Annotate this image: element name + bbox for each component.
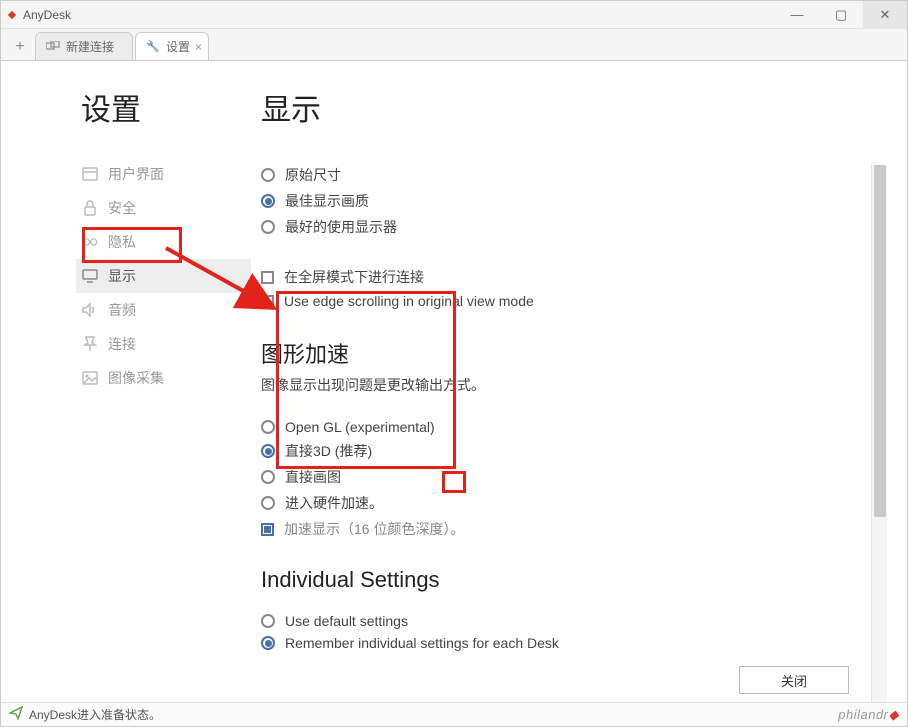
speaker-icon bbox=[82, 303, 98, 317]
vertical-scrollbar[interactable] bbox=[871, 165, 887, 702]
sidebar-item-label: 显示 bbox=[108, 266, 136, 286]
checkbox-icon bbox=[261, 271, 274, 284]
radio-original-size[interactable]: 原始尺寸 bbox=[261, 165, 887, 185]
radio-icon bbox=[261, 614, 275, 628]
checkbox-icon bbox=[261, 523, 274, 536]
radio-icon bbox=[261, 420, 275, 434]
sidebar-item-label: 隐私 bbox=[108, 232, 136, 252]
radio-label: 最好的使用显示器 bbox=[285, 217, 397, 237]
sidebar-item-privacy[interactable]: 隐私 bbox=[76, 225, 251, 259]
sidebar-item-label: 用户界面 bbox=[108, 164, 164, 184]
radio-label: Open GL (experimental) bbox=[285, 419, 435, 435]
maximize-button[interactable]: ▢ bbox=[819, 1, 863, 29]
minimize-button[interactable]: — bbox=[775, 1, 819, 29]
check-16bit-color[interactable]: 加速显示（16 位颜色深度）。 bbox=[261, 519, 887, 539]
sidebar-item-label: 安全 bbox=[108, 198, 136, 218]
radio-remember-per-desk[interactable]: Remember individual settings for each De… bbox=[261, 635, 887, 651]
sidebar-title: 设置 bbox=[81, 85, 251, 129]
wrench-icon: 🔧 bbox=[146, 40, 160, 53]
brand-label: philandr◆ bbox=[838, 707, 899, 723]
monitor-icon bbox=[82, 269, 98, 283]
radio-label: 最佳显示画质 bbox=[285, 191, 369, 211]
radio-label: Remember individual settings for each De… bbox=[285, 635, 559, 651]
send-icon bbox=[9, 706, 23, 723]
radio-label: 直接3D (推荐) bbox=[285, 441, 372, 461]
section-individual-heading: Individual Settings bbox=[261, 567, 887, 593]
check-fullscreen-connect[interactable]: 在全屏模式下进行连接 bbox=[261, 267, 887, 287]
section-gfx-subtitle: 图像显示出现问题是更改输出方式。 bbox=[261, 375, 887, 395]
window-controls: — ▢ ✕ bbox=[775, 1, 907, 29]
radio-icon bbox=[261, 220, 275, 234]
check-edge-scrolling[interactable]: Use edge scrolling in original view mode bbox=[261, 293, 887, 309]
tab-strip: + 新建连接 🔧 设置 × bbox=[1, 29, 907, 61]
close-button[interactable]: 关闭 bbox=[739, 666, 849, 694]
radio-best-quality[interactable]: 最佳显示画质 bbox=[261, 191, 887, 211]
tab-label: 设置 bbox=[166, 38, 190, 55]
app-logo bbox=[7, 10, 17, 20]
radio-direct3d[interactable]: 直接3D (推荐) bbox=[261, 441, 887, 461]
content-area: 设置 用户界面 安全 隐私 显示 音频 连接 图像采集 bbox=[1, 61, 907, 702]
checkbox-label: 在全屏模式下进行连接 bbox=[284, 267, 424, 287]
pin-icon bbox=[82, 336, 98, 352]
sidebar-item-capture[interactable]: 图像采集 bbox=[76, 361, 251, 395]
radio-direct-draw[interactable]: 直接画图 bbox=[261, 467, 887, 487]
settings-panel: 显示 原始尺寸 最佳显示画质 最好的使用显示器 在全屏模式下进行连接 bbox=[251, 61, 907, 702]
checkbox-icon bbox=[261, 295, 274, 308]
radio-label: Use default settings bbox=[285, 613, 408, 629]
radio-label: 原始尺寸 bbox=[285, 165, 341, 185]
settings-scroll: 原始尺寸 最佳显示画质 最好的使用显示器 在全屏模式下进行连接 Use edge… bbox=[261, 165, 887, 702]
radio-icon bbox=[261, 636, 275, 650]
tab-label: 新建连接 bbox=[66, 38, 114, 55]
brand-dot-icon: ◆ bbox=[889, 707, 900, 722]
lock-icon bbox=[82, 200, 98, 216]
scrollbar-thumb[interactable] bbox=[874, 165, 886, 517]
checkbox-label: Use edge scrolling in original view mode bbox=[284, 293, 534, 309]
image-icon bbox=[82, 371, 98, 385]
radio-label: 进入硬件加速。 bbox=[285, 493, 383, 513]
glasses-icon bbox=[82, 237, 98, 247]
close-window-button[interactable]: ✕ bbox=[863, 1, 907, 29]
sidebar-item-label: 图像采集 bbox=[108, 368, 164, 388]
radio-default-settings[interactable]: Use default settings bbox=[261, 613, 887, 629]
layout-icon bbox=[82, 167, 98, 181]
checkbox-label: 加速显示（16 位颜色深度）。 bbox=[284, 519, 464, 539]
sidebar-item-label: 连接 bbox=[108, 334, 136, 354]
radio-icon bbox=[261, 168, 275, 182]
settings-sidebar: 设置 用户界面 安全 隐私 显示 音频 连接 图像采集 bbox=[1, 61, 251, 702]
tab-new-connection[interactable]: 新建连接 bbox=[35, 32, 133, 60]
sidebar-item-connection[interactable]: 连接 bbox=[76, 327, 251, 361]
radio-icon bbox=[261, 194, 275, 208]
sidebar-item-label: 音频 bbox=[108, 300, 136, 320]
radio-label: 直接画图 bbox=[285, 467, 341, 487]
new-tab-button[interactable]: + bbox=[5, 34, 35, 60]
close-tab-button[interactable]: × bbox=[195, 40, 202, 54]
titlebar: AnyDesk — ▢ ✕ bbox=[1, 1, 907, 29]
radio-hw-accel[interactable]: 进入硬件加速。 bbox=[261, 493, 887, 513]
status-bar: AnyDesk进入准备状态。 philandr◆ bbox=[1, 702, 907, 726]
screens-icon bbox=[46, 41, 60, 53]
sidebar-item-audio[interactable]: 音频 bbox=[76, 293, 251, 327]
tab-settings[interactable]: 🔧 设置 × bbox=[135, 32, 209, 60]
panel-footer: 关闭 bbox=[739, 666, 849, 694]
sidebar-item-ui[interactable]: 用户界面 bbox=[76, 157, 251, 191]
sidebar-item-display[interactable]: 显示 bbox=[76, 259, 251, 293]
window-title: AnyDesk bbox=[23, 8, 775, 22]
sidebar-item-security[interactable]: 安全 bbox=[76, 191, 251, 225]
status-text: AnyDesk进入准备状态。 bbox=[29, 706, 161, 723]
brand-text: philandr bbox=[838, 707, 888, 722]
radio-icon bbox=[261, 496, 275, 510]
radio-opengl[interactable]: Open GL (experimental) bbox=[261, 419, 887, 435]
radio-icon bbox=[261, 444, 275, 458]
section-gfx-heading: 图形加速 bbox=[261, 337, 887, 369]
radio-icon bbox=[261, 470, 275, 484]
radio-best-monitor[interactable]: 最好的使用显示器 bbox=[261, 217, 887, 237]
panel-title: 显示 bbox=[261, 85, 887, 129]
